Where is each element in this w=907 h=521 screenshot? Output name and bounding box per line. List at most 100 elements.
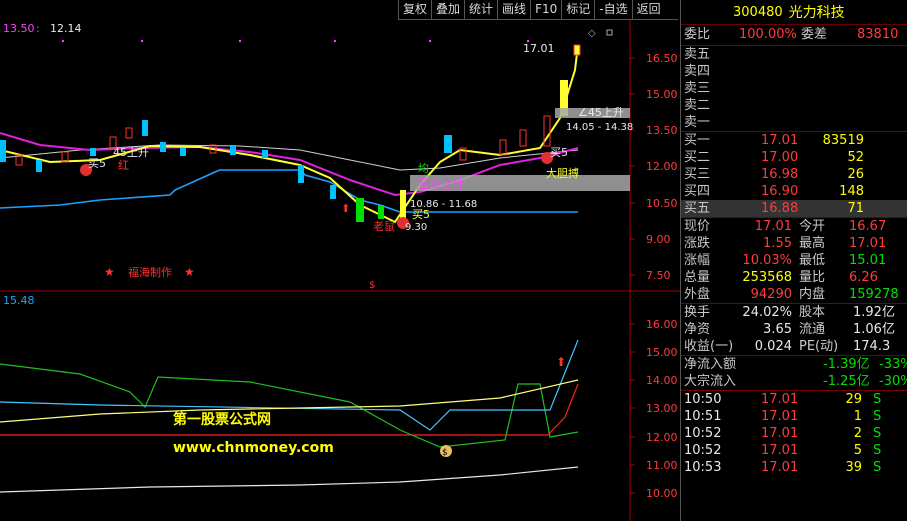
weicha-label: 委差 <box>801 27 828 42</box>
quote-row: 卖二 <box>681 97 907 114</box>
toolbar-item[interactable]: 叠加 <box>431 0 464 19</box>
quote-panel: 300480 光力科技 委比 100.00% 委差 83810 卖五 卖四 卖三 卖二… <box>680 0 907 521</box>
tick-row: 10:51 17.01 1 S <box>681 408 907 425</box>
sub-chart[interactable]: 15.48 16.00 15.00 14.00 13.00 12.00 11.00 10.0… <box>0 292 680 521</box>
tick-price: 17.01 <box>761 392 799 407</box>
money-bag-glyph: $ <box>442 448 448 458</box>
stat-label-2: 量比 <box>799 270 826 285</box>
high-label: 17.01 <box>523 42 555 55</box>
tick-vol: 5 <box>853 443 862 458</box>
y-axis-labels: 16.50 15.00 13.50 12.00 10.50 9.00 7.50 <box>630 52 678 282</box>
stat-value-1: 94290 <box>750 287 792 302</box>
header-left: 13.50 <box>3 22 35 35</box>
toolbar-item[interactable]: -自选 <box>594 0 631 19</box>
quote-row-price: 16.90 <box>761 184 799 199</box>
tick-vol: 39 <box>845 460 862 475</box>
signal-buy-3: 买5 <box>412 208 430 221</box>
tick-list: 10:50 17.01 29 S 10:51 17.01 1 S 10:52 17.01 2 S 10:… <box>681 391 907 476</box>
main-chart[interactable]: 13.50 12.14 : 16.50 15.00 13.50 12.00 10.50 9… <box>0 0 680 292</box>
tick-time: 10:53 <box>684 460 722 475</box>
tick-price: 17.01 <box>761 460 799 475</box>
square-icon <box>606 29 613 36</box>
stat2-value-1: 3.65 <box>763 322 792 337</box>
quote-row-vol: 148 <box>839 184 864 199</box>
sub-header: 15.48 <box>3 294 35 307</box>
quote-row-vol: 26 <box>847 167 864 182</box>
flow-value-2: -30% <box>879 374 907 389</box>
quote-row: 卖五 <box>681 46 907 63</box>
quote-row-price: 16.88 <box>761 201 799 216</box>
stat-label-2: 最高 <box>799 236 826 251</box>
sub-y-tick-label: 16.00 <box>646 318 678 331</box>
stat2-label-2: 股本 <box>799 305 826 320</box>
tick-time: 10:52 <box>684 426 722 441</box>
ma-yellow <box>0 44 579 224</box>
signal-buy-2: 买5 <box>550 146 568 159</box>
stat-label-2: 今开 <box>799 219 826 234</box>
watermark-1: 第一股票公式网 <box>173 411 271 428</box>
quote-row: 卖三 <box>681 80 907 97</box>
tick-vol: 29 <box>845 392 862 407</box>
quote-row: 卖一 <box>681 114 907 131</box>
flow-row: 净流入额 -1.39亿 -33% <box>681 356 907 373</box>
toolbar-item[interactable]: 统计 <box>464 0 497 19</box>
toolbar-item[interactable]: 返回 <box>631 0 665 19</box>
stat2-label-1: 换手 <box>684 305 711 320</box>
zone-label-1: ∠45上升 <box>578 106 624 119</box>
stat2-value-2: 1.06亿 <box>853 322 895 337</box>
line-red-tail <box>547 383 579 436</box>
tick-vol: 1 <box>853 409 862 424</box>
sub-y-tick-label: 14.00 <box>646 374 678 387</box>
quote-row-label: 买四 <box>684 184 711 199</box>
quote-row-label: 买三 <box>684 167 711 182</box>
zone-label-2: 阻力上升 <box>416 177 464 191</box>
stat-label-2: 内盘 <box>799 287 826 302</box>
stats2-list: 换手 24.02% 股本 1.92亿 净资 3.65 流通 1.06亿 收益(一) 0.024 PE… <box>681 304 907 356</box>
stat2-value-1: 0.024 <box>754 339 792 354</box>
sub-y-tick-label: 11.00 <box>646 459 678 472</box>
quote-row-label: 买二 <box>684 150 711 165</box>
quote-row-price: 17.01 <box>761 133 799 148</box>
stat2-label-1: 净资 <box>684 322 711 337</box>
signal-45: 45上升 <box>113 146 149 159</box>
watermark-2: www.chnmoney.com <box>173 440 334 456</box>
tick-price: 17.01 <box>761 443 799 458</box>
stat-label-1: 涨幅 <box>684 253 711 268</box>
toolbar-item[interactable]: 标记 <box>561 0 594 19</box>
stat-label-1: 现价 <box>684 219 711 234</box>
zone-range-1: 14.05 - 14.38 <box>566 122 633 133</box>
ask-list: 卖五 卖四 卖三 卖二 卖一 <box>681 46 907 132</box>
chart-area[interactable]: 13.50 12.14 : 16.50 15.00 13.50 12.00 10.50 9… <box>0 0 680 521</box>
quote-row-vol: 52 <box>847 150 864 165</box>
y-tick-label: 7.50 <box>646 269 671 282</box>
quote-row-label: 卖二 <box>684 98 711 113</box>
sub-y-tick-label: 12.00 <box>646 431 678 444</box>
line-white <box>0 466 579 493</box>
toolbar: 复权 叠加 统计 画线 F10 标记 -自选 返回 <box>398 0 678 20</box>
signal-low: 老鼠 <box>373 219 395 233</box>
tick-price: 17.01 <box>761 426 799 441</box>
y-tick-label: 15.00 <box>646 88 678 101</box>
toolbar-item[interactable]: F10 <box>530 0 561 19</box>
stat-row: 总量 253568 量比 6.26 <box>681 269 907 286</box>
stat2-label-2: PE(动) <box>799 339 839 354</box>
quote-row-price: 17.00 <box>761 150 799 165</box>
top-dots <box>61 39 530 43</box>
sub-y-tick-label: 13.00 <box>646 402 678 415</box>
flow-list: 净流入额 -1.39亿 -33% 大宗流入 -1.25亿 -30% <box>681 356 907 391</box>
stat-value-1: 17.01 <box>754 219 792 234</box>
toolbar-item[interactable]: 复权 <box>398 0 431 19</box>
quote-row-label: 买五 <box>684 201 711 216</box>
stat-value-1: 10.03% <box>742 253 792 268</box>
stat2-row: 净资 3.65 流通 1.06亿 <box>681 321 907 338</box>
arrow-up-icon-1: ⬆ <box>341 202 350 215</box>
tick-side: S <box>873 392 882 407</box>
stat-row: 涨幅 10.03% 最低 15.01 <box>681 252 907 269</box>
stats-list: 现价 17.01 今开 16.67 涨跌 1.55 最高 17.01 涨幅 10.03% 最低 15.… <box>681 218 907 304</box>
tick-time: 10:51 <box>684 409 722 424</box>
stat2-value-1: 24.02% <box>742 305 792 320</box>
toolbar-item[interactable]: 画线 <box>497 0 530 19</box>
stock-header: 300480 光力科技 <box>681 0 907 25</box>
stat2-row: 收益(一) 0.024 PE(动) 174.3 <box>681 338 907 355</box>
arrow-up-icon-2: ⬆ <box>556 355 566 369</box>
